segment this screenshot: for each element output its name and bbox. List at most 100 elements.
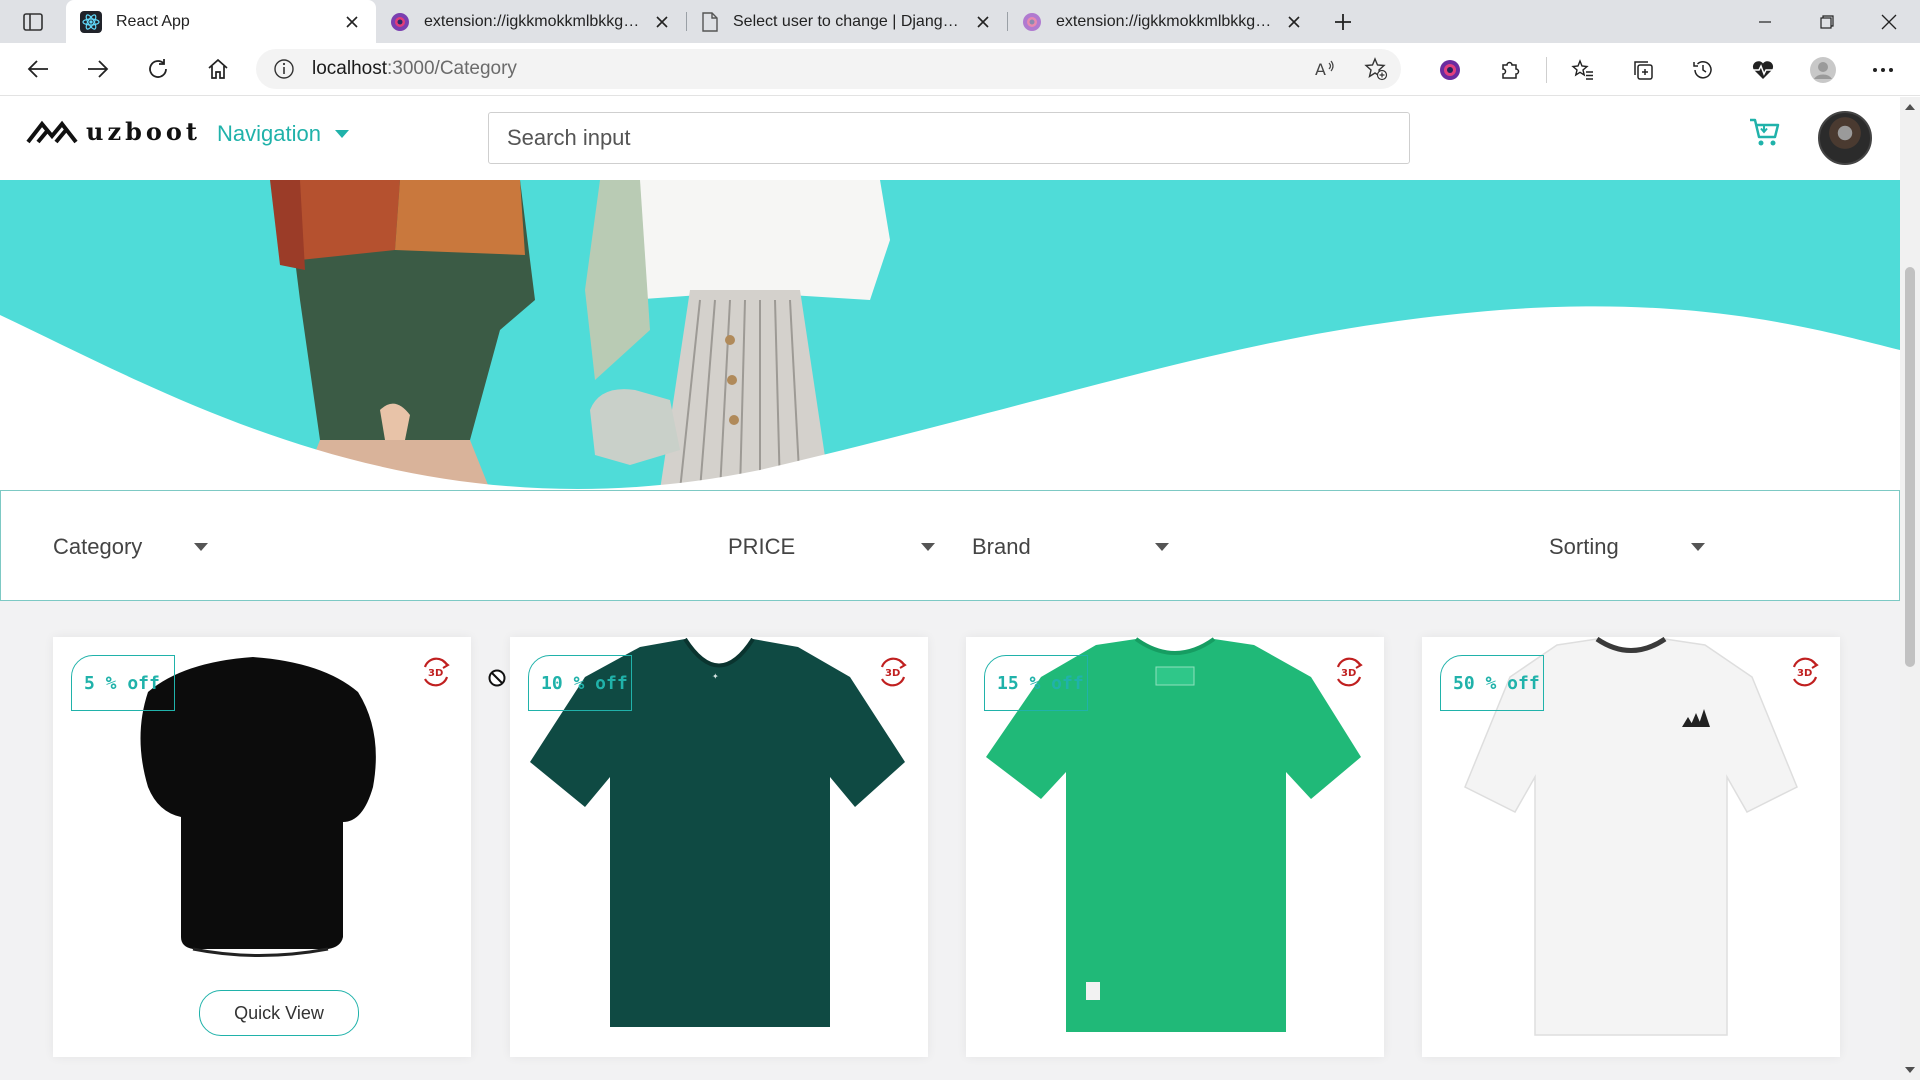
tab-django[interactable]: Select user to change | Django si xyxy=(687,0,1007,43)
view-3d-icon[interactable]: 3D xyxy=(876,655,910,689)
url-text: localhost:3000/Category xyxy=(312,58,517,80)
home-button[interactable] xyxy=(188,43,248,96)
caret-down-icon xyxy=(334,130,349,138)
toolbar-right xyxy=(1420,43,1913,96)
hero-illustration xyxy=(0,180,1900,490)
site-logo[interactable]: uzboot xyxy=(26,117,201,146)
view-3d-icon[interactable]: 3D xyxy=(419,655,453,689)
browser-toolbar: localhost:3000/Category A xyxy=(0,43,1920,96)
back-button[interactable] xyxy=(8,43,68,96)
search-input[interactable] xyxy=(488,112,1410,164)
favorites-icon xyxy=(1571,58,1593,80)
extension-button[interactable] xyxy=(1420,43,1480,96)
arrow-right-icon xyxy=(88,60,109,78)
toolbar-divider xyxy=(1546,56,1547,83)
read-aloud-icon[interactable]: A xyxy=(1301,57,1351,81)
price-filter[interactable]: PRICE xyxy=(728,491,936,602)
view-3d-icon[interactable]: 3D xyxy=(1332,655,1366,689)
scroll-up-icon[interactable] xyxy=(1900,97,1920,117)
caret-down-icon xyxy=(194,542,209,551)
performance-button[interactable] xyxy=(1733,43,1793,96)
cart-button[interactable] xyxy=(1748,115,1782,149)
page-scrollbar[interactable] xyxy=(1900,97,1920,1080)
tab-actions-button[interactable] xyxy=(0,0,66,43)
history-button[interactable] xyxy=(1673,43,1733,96)
brand-filter-label: Brand xyxy=(972,533,1031,559)
refresh-button[interactable] xyxy=(128,43,188,96)
close-icon xyxy=(1881,14,1897,29)
price-filter-label: PRICE xyxy=(728,533,796,559)
page-content: uzboot Navigation Search input Category … xyxy=(0,97,1900,1080)
restore-button[interactable] xyxy=(1796,0,1858,43)
scrollbar-thumb[interactable] xyxy=(1905,267,1915,667)
product-card[interactable]: 50 % off 3D xyxy=(1422,637,1840,1057)
close-tab-icon[interactable] xyxy=(973,12,993,32)
collections-button[interactable] xyxy=(1613,43,1673,96)
home-icon xyxy=(208,58,228,79)
user-avatar[interactable] xyxy=(1818,111,1872,165)
discount-badge: 5 % off xyxy=(71,655,175,711)
svg-text:3D: 3D xyxy=(885,668,900,679)
minimize-icon xyxy=(1759,20,1771,23)
quick-view-button[interactable]: Quick View xyxy=(199,990,359,1036)
add-favorite-icon[interactable] xyxy=(1351,57,1401,81)
refresh-icon xyxy=(149,59,167,78)
close-tab-icon[interactable] xyxy=(1284,12,1304,32)
svg-text:3D: 3D xyxy=(1341,668,1356,679)
product-card[interactable]: 10 % off 3D ✦ xyxy=(510,637,928,1057)
extension-icon xyxy=(1023,12,1041,31)
collections-icon xyxy=(1634,60,1653,80)
minimize-button[interactable] xyxy=(1734,0,1796,43)
sorting-filter-label: Sorting xyxy=(1549,533,1619,559)
svg-text:✦: ✦ xyxy=(712,672,719,681)
react-icon xyxy=(80,10,102,33)
sorting-filter[interactable]: Sorting xyxy=(1549,491,1729,602)
view-3d-icon[interactable]: 3D xyxy=(1788,655,1822,689)
product-card[interactable]: 5 % off 3D Quick View xyxy=(53,637,471,1057)
new-tab-button[interactable] xyxy=(1318,0,1368,43)
address-bar[interactable]: localhost:3000/Category A xyxy=(256,49,1401,89)
close-tab-icon[interactable] xyxy=(652,12,672,32)
site-navbar: uzboot Navigation xyxy=(0,97,1900,180)
close-window-button[interactable] xyxy=(1858,0,1920,43)
category-filter[interactable]: Category xyxy=(53,491,213,602)
product-card[interactable]: 15 % off 3D xyxy=(966,637,1384,1057)
forward-button[interactable] xyxy=(68,43,128,96)
tab-extension-2[interactable]: extension://igkkmokkmlbkkgdnk xyxy=(1008,0,1318,43)
puzzle-icon xyxy=(1502,61,1520,79)
scroll-down-icon[interactable] xyxy=(1900,1060,1920,1080)
brand-filter[interactable]: Brand xyxy=(972,491,1172,602)
discount-badge: 15 % off xyxy=(984,655,1088,711)
url-path: :3000/Category xyxy=(387,58,517,79)
no-drop-cursor-icon xyxy=(488,669,506,687)
product-grid: 5 % off 3D Quick View 10 % off 3D ✦ 15 %… xyxy=(0,637,1900,1080)
cart-icon xyxy=(1750,118,1780,146)
svg-text:3D: 3D xyxy=(428,668,443,679)
navigation-dropdown[interactable]: Navigation xyxy=(217,121,349,147)
sidebar-icon xyxy=(23,12,43,31)
tab-title: extension://igkkmokkmlbkkgdnk xyxy=(1056,12,1276,30)
discount-badge: 50 % off xyxy=(1440,655,1544,711)
favorites-button[interactable] xyxy=(1553,43,1613,96)
filter-bar: Category PRICE Brand Sorting xyxy=(0,490,1900,601)
settings-more-button[interactable] xyxy=(1853,43,1913,96)
restore-icon xyxy=(1820,14,1834,29)
logo-text: uzboot xyxy=(86,117,201,146)
heart-pulse-icon xyxy=(1752,60,1774,79)
extensions-button[interactable] xyxy=(1480,43,1540,96)
profile-button[interactable] xyxy=(1793,43,1853,96)
tab-title: React App xyxy=(116,12,190,30)
page-icon xyxy=(702,11,718,32)
arrow-left-icon xyxy=(27,60,48,78)
tab-title: Select user to change | Django si xyxy=(733,12,965,30)
close-tab-icon[interactable] xyxy=(342,12,362,32)
hero-banner xyxy=(0,180,1900,490)
tab-react-app[interactable]: React App xyxy=(66,0,376,43)
category-filter-label: Category xyxy=(53,533,143,559)
svg-text:3D: 3D xyxy=(1797,668,1812,679)
discount-badge: 10 % off xyxy=(528,655,632,711)
logo-mark-icon xyxy=(26,120,78,143)
tab-extension-1[interactable]: extension://igkkmokkmlbkkgdnk xyxy=(376,0,686,43)
caret-down-icon xyxy=(1154,542,1169,551)
site-info-icon[interactable] xyxy=(256,58,312,80)
